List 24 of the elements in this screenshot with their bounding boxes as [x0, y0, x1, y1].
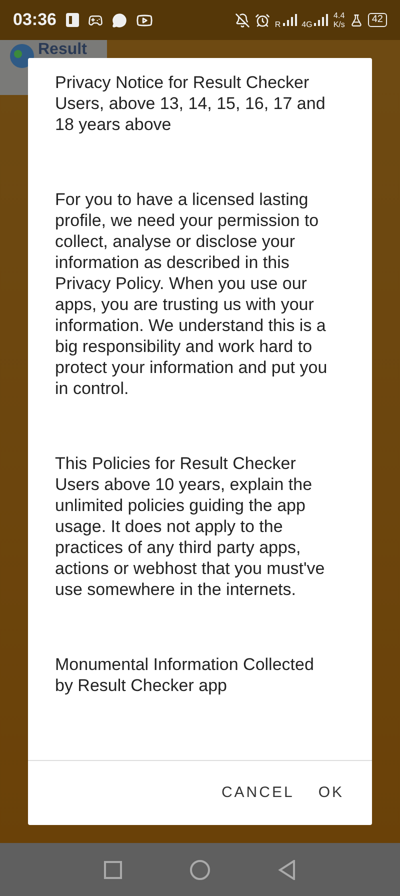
alarm-icon	[254, 12, 270, 28]
speed-value: 4.4	[334, 11, 345, 20]
flask-icon	[350, 14, 363, 26]
ok-button[interactable]: OK	[312, 776, 350, 810]
recents-button[interactable]	[104, 860, 122, 878]
bell-off-icon	[234, 12, 250, 28]
roaming-label: R	[274, 19, 281, 31]
battery-indicator: 42	[368, 13, 387, 27]
notice-paragraph: Privacy Notice for Result Checker Users, above 13, 14, 15, 16, 17 and 18 years above	[55, 72, 326, 135]
home-button[interactable]	[190, 860, 210, 880]
gamepad-icon	[88, 12, 104, 28]
messenger-icon	[112, 12, 128, 28]
back-button[interactable]	[278, 860, 296, 880]
notice-paragraph: For you to have a licensed lasting profile, we need your permission to collect, analyse or disclose your information as described in this Privacy Policy. When you use our apps, you are trusting us with your information. We understand this is a big responsibility and work hard to protect your information and put you in control.	[55, 189, 328, 399]
signal-icon	[314, 14, 328, 26]
notice-paragraph: This Policies for Result Checker Users above 10 years, explain the unlimited policies guiding the app usage. It does not apply to the practices of any third party apps, actions or webhost that you must've use somewhere in the internets.	[55, 453, 326, 600]
app-title: Result	[38, 42, 87, 58]
speed-unit: K/s	[333, 20, 345, 29]
cancel-button[interactable]: CANCEL	[215, 776, 300, 810]
network-label: 4G	[302, 19, 312, 31]
signal-icon	[282, 14, 297, 26]
document-icon	[66, 13, 80, 27]
notice-paragraph: Monumental Information Collected by Result Checker app	[55, 654, 315, 696]
clock-text: 03:36	[13, 9, 56, 32]
